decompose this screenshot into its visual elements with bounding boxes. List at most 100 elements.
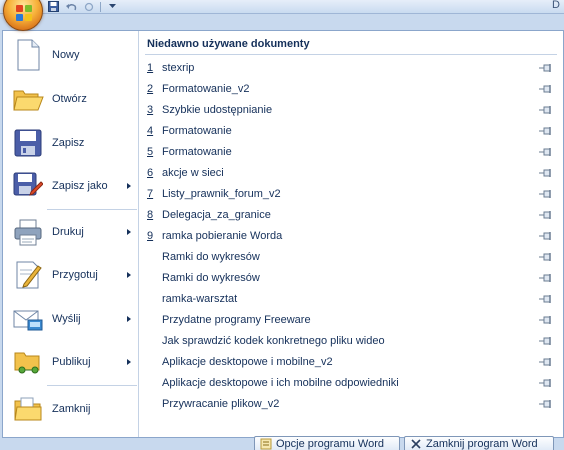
recent-document-item[interactable]: ramka-warsztat — [139, 289, 563, 309]
recent-document-item[interactable]: 7 Listy_prawnik_forum_v2 — [139, 184, 563, 204]
close-folder-icon — [11, 392, 45, 426]
word-options-button[interactable]: Opcje programu Word — [254, 436, 400, 450]
menu-item-label: Nowy — [52, 49, 80, 61]
recent-document-name: Delegacja_za_granice — [162, 209, 271, 221]
recent-document-name: Formatowanie — [162, 146, 232, 158]
recent-document-item[interactable]: 8 Delegacja_za_granice — [139, 205, 563, 225]
pin-icon[interactable] — [539, 147, 553, 157]
menu-item-print[interactable]: Drukuj — [3, 212, 139, 252]
recent-document-name: Formatowanie — [162, 125, 232, 137]
pin-icon[interactable] — [539, 210, 553, 220]
recent-document-name: Aplikacje desktopowe i mobilne_v2 — [162, 356, 333, 368]
recent-document-item[interactable]: Jak sprawdzić kodek konkretnego pliku wi… — [139, 331, 563, 351]
close-icon — [411, 439, 421, 449]
pin-icon[interactable] — [539, 378, 553, 388]
printer-icon — [11, 215, 45, 249]
pin-icon[interactable] — [539, 357, 553, 367]
office-button[interactable] — [3, 0, 43, 31]
title-bar: D — [0, 0, 564, 14]
pin-icon[interactable] — [539, 168, 553, 178]
recent-document-item[interactable]: Ramki do wykresów — [139, 268, 563, 288]
menu-divider — [47, 209, 137, 210]
pin-icon[interactable] — [539, 84, 553, 94]
recent-document-item[interactable]: 5 Formatowanie — [139, 142, 563, 162]
recent-document-item[interactable]: Ramki do wykresów — [139, 247, 563, 267]
recent-document-item[interactable]: 9 ramka pobieranie Worda — [139, 226, 563, 246]
recent-document-item[interactable]: 2 Formatowanie_v2 — [139, 79, 563, 99]
pin-icon[interactable] — [539, 126, 553, 136]
recent-documents-title: Niedawno używane dokumenty — [147, 38, 310, 50]
recent-document-item[interactable]: Aplikacje desktopowe i ich mobilne odpow… — [139, 373, 563, 393]
recent-document-number: 7 — [147, 188, 154, 200]
recent-document-name: Przywracanie plikow_v2 — [162, 398, 280, 410]
recent-document-item[interactable]: 3 Szybkie udostępnianie — [139, 100, 563, 120]
menu-item-publish[interactable]: Publikuj — [3, 342, 139, 382]
submenu-arrow-icon — [127, 272, 131, 278]
recent-document-number: 6 — [147, 167, 154, 179]
undo-icon[interactable] — [64, 1, 78, 13]
publish-icon — [11, 345, 45, 379]
recent-document-name: Listy_prawnik_forum_v2 — [162, 188, 281, 200]
options-button-label: Opcje programu Word — [276, 438, 385, 450]
menu-item-label: Przygotuj — [52, 269, 98, 281]
recent-document-number: 4 — [147, 125, 154, 137]
customize-toolbar-chevron-icon[interactable] — [105, 1, 119, 13]
pin-icon[interactable] — [539, 63, 553, 73]
exit-word-button[interactable]: Zamknij program Word — [404, 436, 554, 450]
recent-document-number: 8 — [147, 209, 154, 221]
recent-documents-pane: Niedawno używane dokumenty 1 stexrip 2 Form… — [139, 31, 563, 437]
save-icon[interactable] — [46, 1, 60, 13]
menu-commands: Nowy Otwórz Zapisz Zapisz jako Drukuj Pr… — [3, 31, 139, 437]
menu-item-close[interactable]: Zamknij — [3, 389, 139, 429]
recent-document-item[interactable]: Przydatne programy Freeware — [139, 310, 563, 330]
menu-item-label: Otwórz — [52, 93, 87, 105]
submenu-arrow-icon — [127, 183, 131, 189]
menu-item-open[interactable]: Otwórz — [3, 79, 139, 119]
pin-icon[interactable] — [539, 336, 553, 346]
menu-item-label: Zamknij — [52, 403, 91, 415]
options-icon — [260, 438, 272, 450]
submenu-arrow-icon — [127, 229, 131, 235]
submenu-arrow-icon — [127, 316, 131, 322]
menu-item-save-as[interactable]: Zapisz jako — [3, 166, 139, 206]
recent-document-name: Formatowanie_v2 — [162, 83, 250, 95]
pin-icon[interactable] — [539, 231, 553, 241]
pin-icon[interactable] — [539, 189, 553, 199]
recent-title-divider — [145, 54, 557, 55]
quick-access-toolbar — [46, 0, 119, 13]
pin-icon[interactable] — [539, 252, 553, 262]
recent-document-name: Przydatne programy Freeware — [162, 314, 311, 326]
menu-item-prepare[interactable]: Przygotuj — [3, 255, 139, 295]
open-folder-icon — [11, 82, 45, 116]
recent-document-name: Aplikacje desktopowe i ich mobilne odpow… — [162, 377, 399, 389]
recent-document-name: akcje w sieci — [162, 167, 224, 179]
toolbar-separator — [100, 1, 101, 12]
menu-item-label: Wyślij — [52, 313, 81, 325]
pin-icon[interactable] — [539, 399, 553, 409]
save-as-icon — [11, 169, 45, 203]
recent-document-item[interactable]: 4 Formatowanie — [139, 121, 563, 141]
submenu-arrow-icon — [127, 359, 131, 365]
recent-document-item[interactable]: 6 akcje w sieci — [139, 163, 563, 183]
pin-icon[interactable] — [539, 105, 553, 115]
recent-document-item[interactable]: Aplikacje desktopowe i mobilne_v2 — [139, 352, 563, 372]
menu-item-save[interactable]: Zapisz — [3, 123, 139, 163]
pin-icon[interactable] — [539, 273, 553, 283]
recent-document-number: 2 — [147, 83, 154, 95]
pin-icon[interactable] — [539, 315, 553, 325]
new-document-icon — [11, 38, 45, 72]
recent-document-name: stexrip — [162, 62, 195, 74]
recent-document-number: 3 — [147, 104, 154, 116]
recent-document-name: Ramki do wykresów — [162, 251, 260, 263]
recent-document-name: ramka pobieranie Worda — [162, 230, 283, 242]
recent-document-number: 5 — [147, 146, 154, 158]
redo-icon[interactable] — [82, 1, 96, 13]
menu-item-label: Drukuj — [52, 226, 84, 238]
menu-item-send[interactable]: Wyślij — [3, 299, 139, 339]
recent-document-item[interactable]: 1 stexrip — [139, 58, 563, 78]
menu-item-label: Zapisz jako — [52, 180, 108, 192]
recent-document-item[interactable]: Przywracanie plikow_v2 — [139, 394, 563, 414]
pin-icon[interactable] — [539, 294, 553, 304]
office-menu: Nowy Otwórz Zapisz Zapisz jako Drukuj Pr… — [2, 30, 564, 438]
menu-item-new[interactable]: Nowy — [3, 35, 139, 75]
